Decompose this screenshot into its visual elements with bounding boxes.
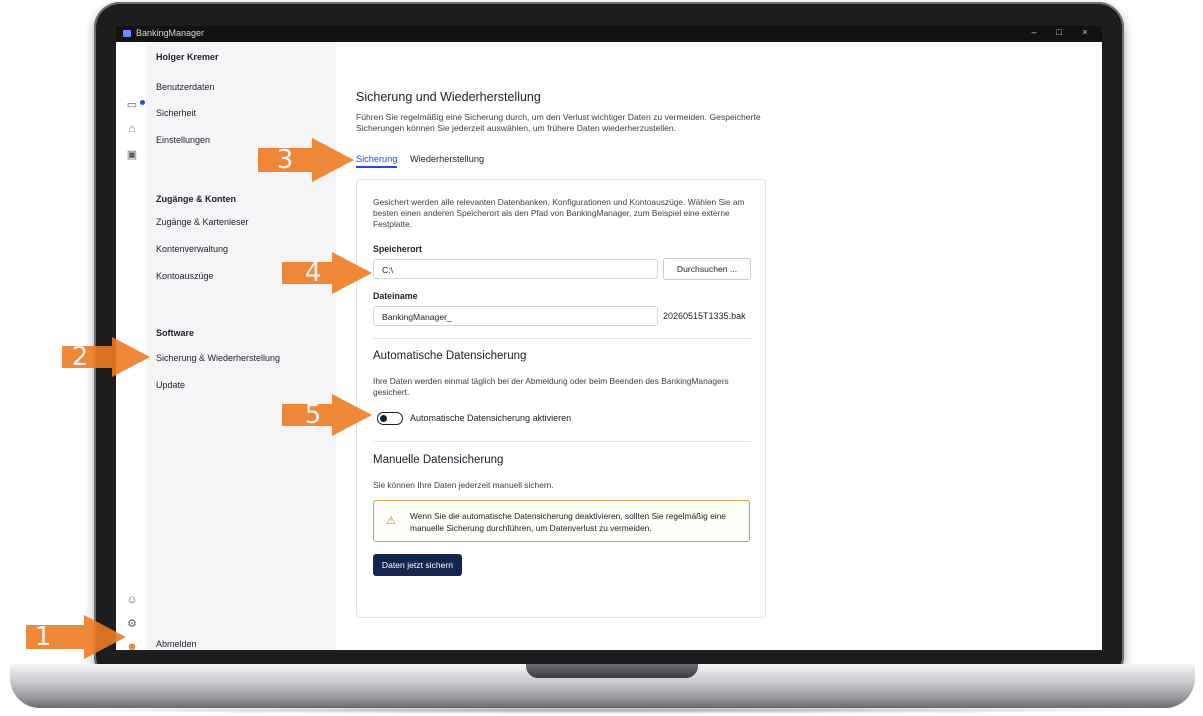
sidebar: Holger Kremer Benutzerdaten Sicherheit E… [146,42,336,650]
app-logo-icon [123,30,131,37]
window-titlebar: BankingManager – □ × [116,26,1102,42]
callout-number-1: 1 [34,622,52,652]
callout-arrow-2: 2 [62,337,150,377]
sidebar-item-einstellungen[interactable]: Einstellungen [156,135,210,145]
maximize-button[interactable]: □ [1052,27,1066,37]
logout-link[interactable]: Abmelden [156,639,197,649]
location-label: Speicherort [373,244,422,254]
sidebar-item-kontoauszuege[interactable]: Kontoauszüge [156,271,214,281]
callout-number-4: 4 [304,258,322,288]
callout-arrow-3: 3 [258,138,354,182]
close-button[interactable]: × [1078,27,1092,37]
page-description: Führen Sie regelmäßig eine Sicherung dur… [356,112,761,133]
filename-label: Dateiname [373,291,418,301]
sidebar-item-sicherung[interactable]: Sicherung & Wiederherstellung [156,353,280,363]
screen: BankingManager – □ × ▭ ⌂ ▣ ☺ ⚙ ☻ Holger … [116,26,1102,650]
sidebar-item-zugaenge[interactable]: Zugänge & Kartenleser [156,217,249,227]
toggle-knob [380,415,387,422]
sidebar-item-update[interactable]: Update [156,380,185,390]
warning-icon: ⚠ [386,515,396,527]
tab-sicherung[interactable]: Sicherung [356,154,398,168]
window-title: BankingManager [136,28,205,38]
auto-backup-title: Automatische Datensicherung [373,350,527,362]
divider [373,338,751,339]
manual-backup-description: Sie können Ihre Daten jederzeit manuell … [373,480,554,490]
save-now-button[interactable]: Daten jetzt sichern [373,554,462,576]
callout-arrow-1: 1 [26,615,126,659]
backup-card: Gesichert werden alle relevanten Datenba… [356,179,766,618]
gear-icon[interactable]: ⚙ [125,617,139,631]
filename-suffix: 20260515T1335.bak [663,311,746,321]
section-heading-accounts: Zugänge & Konten [156,194,236,204]
callout-arrow-5: 5 [282,394,372,436]
user-icon[interactable]: ☻ [125,640,139,650]
section-heading-software: Software [156,328,195,338]
support-icon[interactable]: ☺ [125,593,139,607]
user-name: Holger Kremer [156,52,219,62]
sidebar-item-sicherheit[interactable]: Sicherheit [156,108,196,118]
tab-wiederherstellung[interactable]: Wiederherstellung [410,154,484,164]
divider [373,441,751,442]
sidebar-item-benutzerdaten[interactable]: Benutzerdaten [156,82,215,92]
callout-number-2: 2 [71,342,89,372]
settings-screen-icon[interactable]: ▣ [125,148,139,162]
warning-box: ⚠ Wenn Sie die automatische Datensicheru… [373,500,750,542]
minimize-button[interactable]: – [1027,27,1041,37]
browse-button[interactable]: Durchsuchen ... [663,258,751,280]
page-title: Sicherung und Wiederherstellung [356,90,541,104]
id-card-icon[interactable]: ▭ [125,98,139,112]
callout-number-5: 5 [304,400,322,430]
location-input[interactable]: C:\ [373,259,658,279]
manual-backup-title: Manuelle Datensicherung [373,454,504,466]
main-content: Sicherung und Wiederherstellung Führen S… [336,42,1102,650]
auto-backup-toggle-label: Automatische Datensicherung aktivieren [410,413,572,423]
bank-icon[interactable]: ⌂ [125,122,139,136]
backup-description: Gesichert werden alle relevanten Datenba… [373,197,745,229]
filename-input[interactable]: BankingManager_ [373,306,658,326]
callout-number-3: 3 [276,145,294,175]
callout-arrow-4: 4 [282,252,372,294]
laptop-shadow [30,706,1175,714]
auto-backup-description: Ihre Daten werden einmal täglich bei der… [373,376,729,397]
auto-backup-toggle[interactable] [377,412,403,425]
warning-text: Wenn Sie die automatische Datensicherung… [410,511,726,533]
laptop-notch [526,664,698,678]
active-indicator [140,100,145,105]
sidebar-item-kontenverwaltung[interactable]: Kontenverwaltung [156,244,228,254]
